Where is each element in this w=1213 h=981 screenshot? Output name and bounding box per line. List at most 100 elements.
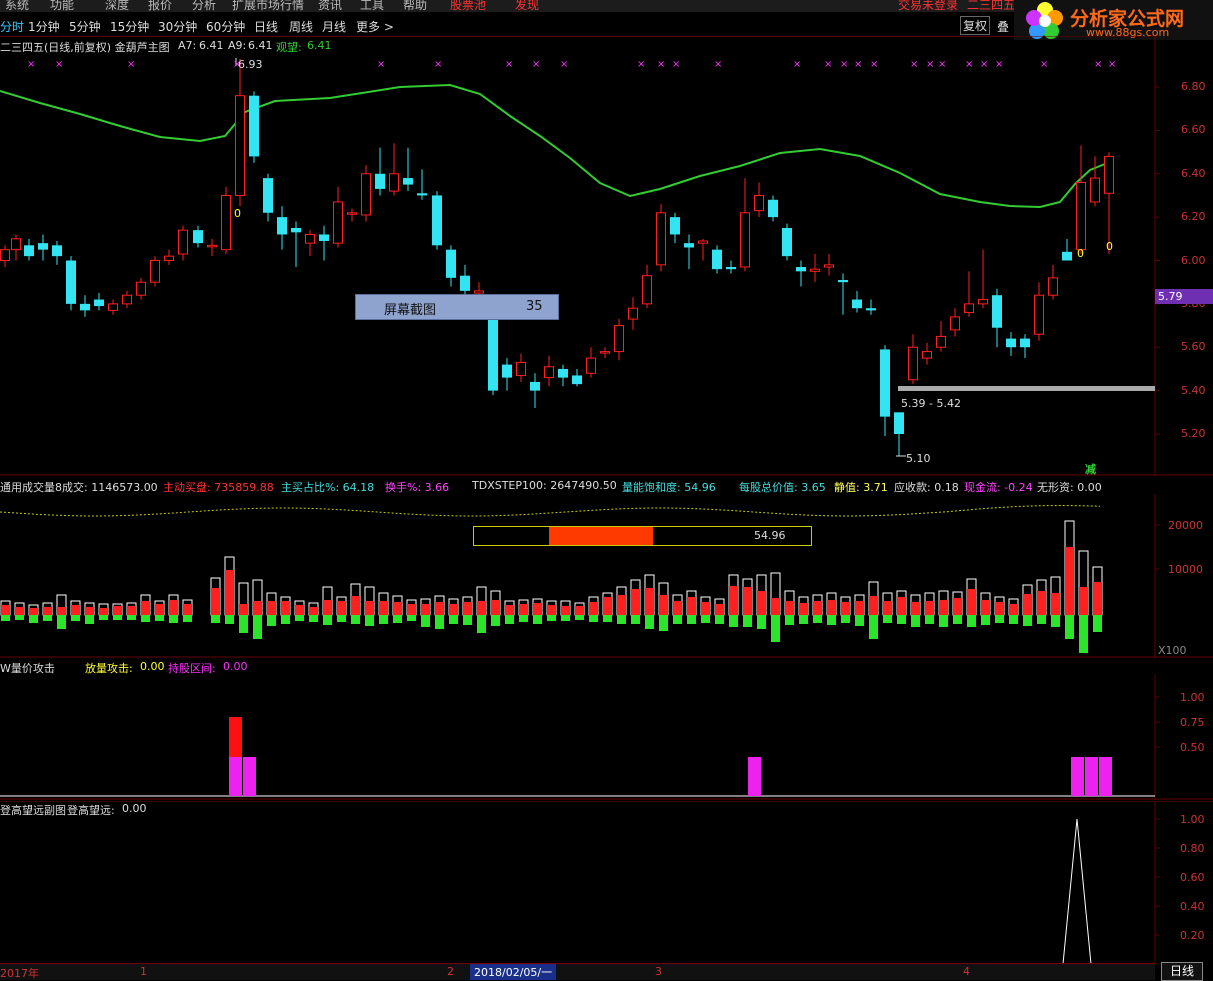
buy-volume-bar <box>869 596 878 615</box>
buy-volume-bar <box>645 588 654 615</box>
price-tick-label: 6.80 <box>1181 80 1206 93</box>
candle-body-down <box>66 260 76 304</box>
buy-volume-bar <box>855 601 864 615</box>
sell-volume-bar <box>99 615 108 620</box>
sell-volume-bar <box>365 615 374 626</box>
sell-volume-bar <box>687 615 696 624</box>
attack-chart[interactable]: 1.00 0.75 0.50 <box>0 675 1213 800</box>
buy-volume-bar <box>127 606 136 615</box>
period-60min[interactable]: 60分钟 <box>206 18 245 35</box>
buy-volume-bar <box>757 591 766 615</box>
period-weekly[interactable]: 周线 <box>289 18 313 35</box>
sell-volume-bar <box>771 615 780 642</box>
period-intraday[interactable]: 分时 <box>0 18 24 35</box>
daily-tab[interactable]: 日线 <box>1161 962 1203 981</box>
buy-volume-bar <box>463 602 472 615</box>
volume-field: 主买占比%: 64.18 <box>281 481 375 494</box>
sell-volume-bar <box>575 615 584 620</box>
candle-body-up <box>754 194 764 212</box>
sell-volume-bar <box>981 615 990 625</box>
sell-volume-bar <box>939 615 948 627</box>
sell-volume-bar <box>393 615 402 623</box>
saturation-value: 54.96 <box>754 529 786 542</box>
sell-volume-bar <box>155 615 164 621</box>
buy-volume-bar <box>211 588 220 615</box>
signal-x-icon: × <box>1094 59 1102 70</box>
candle-body-down <box>530 381 540 391</box>
sell-volume-bar <box>1051 615 1060 627</box>
period-5min[interactable]: 5分钟 <box>69 18 101 35</box>
sell-volume-bar <box>169 615 178 623</box>
signal-x-icon: × <box>824 59 832 70</box>
sell-volume-bar <box>561 615 570 621</box>
buy-volume-bar <box>337 601 346 615</box>
climb-chart[interactable]: 1.00 0.80 0.60 0.40 0.20 <box>0 801 1213 963</box>
candle-body-up <box>600 351 610 354</box>
attack-tick-label: 0.75 <box>1180 716 1205 729</box>
buy-volume-bar <box>575 606 584 615</box>
menu-tools[interactable]: 工具 <box>360 0 384 12</box>
sell-volume-bar <box>71 615 80 621</box>
buy-volume-bar <box>1037 591 1046 615</box>
volume-field: 现金流: -0.24 <box>964 481 1033 494</box>
attack-field2-label: 持股区间: <box>168 662 216 675</box>
login-status[interactable]: 交易未登录 <box>898 0 958 12</box>
sell-volume-bar <box>1093 615 1102 632</box>
flower-logo-icon <box>1026 2 1063 39</box>
buy-volume-bar <box>239 604 248 615</box>
candlestick-chart[interactable]: × × × × × × × × × × × × × × × × × × × × × × × × × × × <box>0 36 1213 476</box>
candle-body-up <box>1034 294 1044 335</box>
candle-body-up <box>642 275 652 305</box>
period-monthly[interactable]: 月线 <box>322 18 346 35</box>
attack-panel-title: W量价攻击 <box>0 662 55 675</box>
menu-discover[interactable]: 发现 <box>515 0 539 12</box>
volume-chart[interactable]: 20000 10000 X100 <box>0 494 1213 658</box>
buy-volume-bar <box>729 586 738 615</box>
sell-volume-bar <box>477 615 486 633</box>
candle-body-down <box>992 295 1002 328</box>
menu-extended-market[interactable]: 扩展市场行情 <box>232 0 304 12</box>
sell-volume-bar <box>659 615 668 631</box>
candle-body-down <box>1062 251 1072 261</box>
buy-volume-bar <box>1023 594 1032 615</box>
candle-body-up <box>136 281 146 296</box>
period-daily[interactable]: 日线 <box>254 18 278 35</box>
reduce-signal-label: 减 <box>1085 463 1096 476</box>
signal-x-icon: × <box>672 59 680 70</box>
menu-function[interactable]: 功能 <box>50 0 74 12</box>
volume-tick-label: 20000 <box>1168 519 1203 532</box>
overlay-button[interactable]: 叠 <box>997 18 1009 35</box>
menu-depth[interactable]: 深度 <box>105 0 129 12</box>
signal-x-icon: × <box>926 59 934 70</box>
period-1min[interactable]: 1分钟 <box>28 18 60 35</box>
fuquan-button[interactable]: 复权 <box>960 16 991 35</box>
buy-volume-bar <box>169 600 178 615</box>
climb-signal-line <box>1062 818 1092 963</box>
buy-volume-bar <box>603 597 612 615</box>
sell-volume-bar <box>897 615 906 624</box>
candle-body-up <box>698 240 708 244</box>
volume-ma-line <box>0 505 1101 517</box>
candle-body-down <box>291 227 301 233</box>
sell-volume-bar <box>141 615 150 622</box>
menu-analysis[interactable]: 分析 <box>192 0 216 12</box>
menu-info[interactable]: 资讯 <box>318 0 342 12</box>
candle-body-up <box>978 299 988 305</box>
signal-x-icon: × <box>965 59 973 70</box>
volume-panel-header: 通用成交量8 成交: 1146573.00 主动买盘: 735859.88 主买占比… <box>0 478 1155 494</box>
menu-stock-pool[interactable]: 股票池 <box>450 0 486 12</box>
buy-volume-bar <box>71 605 80 615</box>
sell-volume-bar <box>729 615 738 627</box>
sell-volume-bar <box>435 615 444 629</box>
screenshot-tooltip[interactable]: 屏幕截图 35 <box>355 294 559 320</box>
sell-volume-bar <box>519 615 528 622</box>
menu-quote[interactable]: 报价 <box>148 0 172 12</box>
sell-volume-bar <box>183 615 192 622</box>
period-15min[interactable]: 15分钟 <box>110 18 149 35</box>
menu-help[interactable]: 帮助 <box>403 0 427 12</box>
menu-system[interactable]: 系统 <box>5 0 29 12</box>
period-more[interactable]: 更多 > <box>356 18 394 35</box>
candle-body-up <box>164 255 174 262</box>
period-30min[interactable]: 30分钟 <box>158 18 197 35</box>
price-tick-label: 6.40 <box>1181 166 1206 180</box>
